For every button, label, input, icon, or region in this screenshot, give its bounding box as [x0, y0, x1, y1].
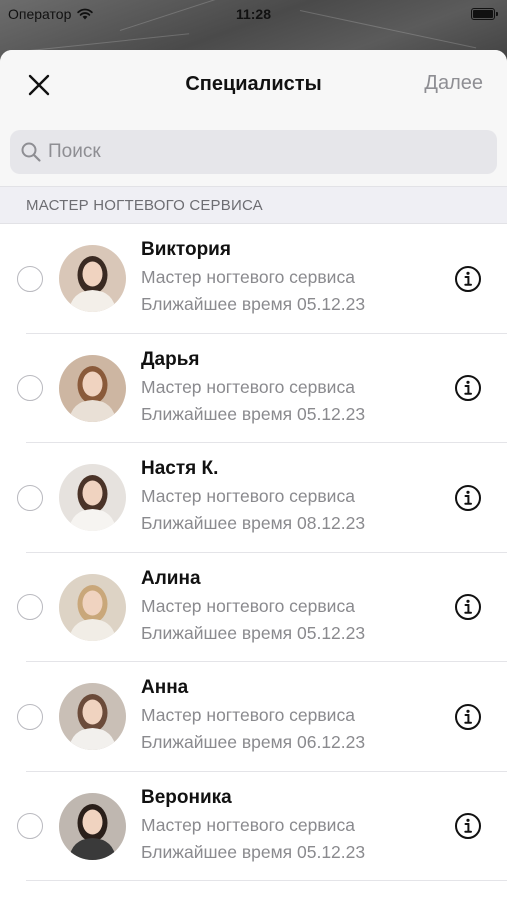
status-time: 11:28: [235, 6, 272, 22]
avatar-photo: [59, 573, 126, 641]
specialist-name: Виктория: [141, 239, 231, 260]
specialist-row[interactable]: Вероника Мастер ногтевого сервиса Ближай…: [0, 772, 507, 882]
specialist-role: Мастер ногтевого сервиса: [141, 705, 355, 725]
info-button[interactable]: [454, 593, 482, 621]
specialist-nearest-time: Ближайшее время 05.12.23: [141, 841, 366, 862]
specialist-role: Мастер ногтевого сервиса: [141, 267, 355, 287]
specialist-role: Мастер ногтевого сервиса: [141, 814, 355, 835]
info-button[interactable]: [454, 374, 482, 402]
avatar: [59, 573, 126, 641]
section-header: МАСТЕР НОГТЕВОГО СЕРВИСА: [0, 186, 507, 224]
search-icon: [21, 142, 41, 162]
specialist-role: Мастер ногтевого сервиса: [141, 376, 355, 397]
specialists-list: Виктория Мастер ногтевого сервиса Ближай…: [0, 224, 507, 881]
specialist-nearest-time: Ближайшее время 06.12.23: [141, 732, 366, 752]
specialist-info: Настя К. Мастер ногтевого сервиса Ближай…: [141, 455, 365, 537]
specialist-role: Мастер ногтевого сервиса: [141, 486, 355, 506]
specialist-row[interactable]: Алина Мастер ногтевого сервиса Ближайшее…: [0, 553, 507, 663]
search-bar-container: [0, 118, 507, 186]
specialist-info: Дарья Мастер ногтевого сервиса Ближайшее…: [141, 346, 365, 428]
select-radio[interactable]: [17, 703, 43, 730]
avatar-photo: [59, 792, 126, 860]
specialists-sheet: Специалисты Далее МАСТЕР НОГТЕВОГО СЕРВИ…: [0, 50, 507, 900]
info-icon: [455, 594, 481, 621]
select-radio[interactable]: [17, 265, 43, 292]
search-bar[interactable]: [10, 130, 497, 174]
info-icon: [455, 703, 481, 730]
avatar-photo: [59, 683, 126, 751]
avatar: [59, 245, 126, 313]
page-title: Специалисты: [185, 72, 322, 95]
avatar-photo: [59, 464, 126, 532]
specialist-row[interactable]: Анна Мастер ногтевого сервиса Ближайшее …: [0, 662, 507, 772]
close-icon: [28, 74, 50, 96]
info-button[interactable]: [454, 265, 482, 293]
specialist-name: Алина: [141, 567, 201, 589]
info-icon: [455, 375, 481, 402]
specialist-name: Настя К.: [141, 458, 219, 479]
avatar-photo: [59, 245, 126, 313]
info-icon: [455, 265, 481, 292]
close-button[interactable]: [22, 68, 56, 102]
status-bar: Оператор 11:28: [0, 0, 507, 28]
specialist-name: Анна: [141, 677, 189, 698]
specialist-info: Вероника Мастер ногтевого сервиса Ближай…: [141, 784, 365, 866]
select-radio[interactable]: [17, 375, 43, 402]
info-button[interactable]: [454, 703, 482, 731]
info-button[interactable]: [454, 484, 482, 512]
battery-icon: [471, 8, 498, 20]
select-radio[interactable]: [17, 594, 43, 621]
specialist-row[interactable]: Настя К. Мастер ногтевого сервиса Ближай…: [0, 443, 507, 553]
search-input[interactable]: [48, 141, 468, 163]
next-button[interactable]: Далее: [424, 72, 483, 95]
avatar: [59, 683, 126, 751]
select-radio[interactable]: [17, 813, 43, 840]
specialist-name: Вероника: [141, 786, 232, 808]
specialist-row[interactable]: Виктория Мастер ногтевого сервиса Ближай…: [0, 224, 507, 334]
avatar-photo: [59, 354, 126, 422]
avatar: [59, 464, 126, 532]
specialist-info: Анна Мастер ногтевого сервиса Ближайшее …: [141, 674, 365, 756]
specialist-nearest-time: Ближайшее время 08.12.23: [141, 513, 366, 533]
avatar: [59, 792, 126, 860]
specialist-info: Алина Мастер ногтевого сервиса Ближайшее…: [141, 565, 365, 647]
info-icon: [455, 813, 481, 840]
info-icon: [455, 484, 481, 511]
info-button[interactable]: [454, 812, 482, 840]
specialist-nearest-time: Ближайшее время 05.12.23: [141, 403, 366, 424]
specialist-role: Мастер ногтевого сервиса: [141, 595, 355, 616]
specialist-nearest-time: Ближайшее время 05.12.23: [141, 622, 366, 643]
navigation-bar: Специалисты Далее: [0, 50, 507, 118]
select-radio[interactable]: [17, 484, 43, 511]
specialist-info: Виктория Мастер ногтевого сервиса Ближай…: [141, 236, 365, 318]
avatar: [59, 354, 126, 422]
specialist-name: Дарья: [141, 348, 200, 370]
specialist-nearest-time: Ближайшее время 05.12.23: [141, 294, 366, 314]
specialist-row[interactable]: Дарья Мастер ногтевого сервиса Ближайшее…: [0, 334, 507, 444]
